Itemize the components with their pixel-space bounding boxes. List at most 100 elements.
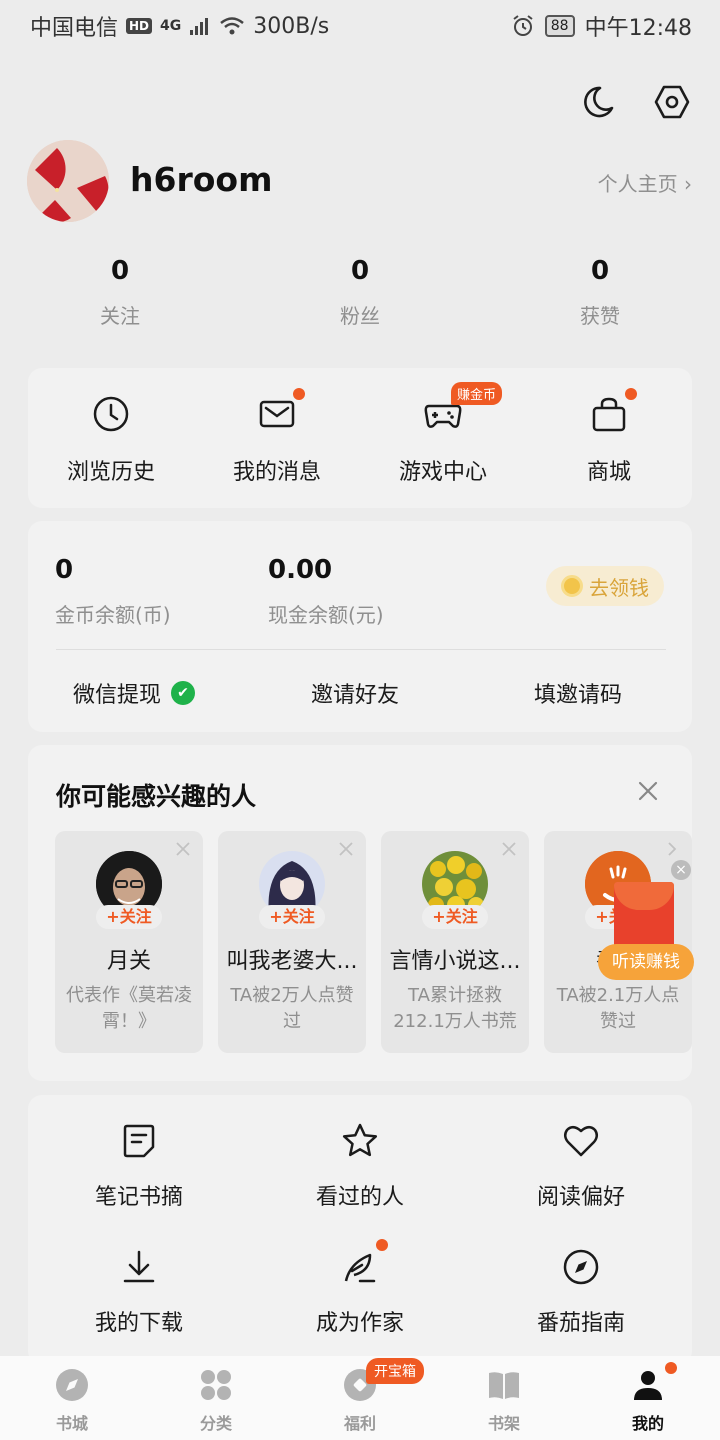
clock-icon bbox=[91, 394, 131, 434]
follow-button[interactable]: +关注 bbox=[96, 905, 162, 929]
tool-viewers[interactable]: 看过的人 bbox=[249, 1121, 471, 1211]
chevron-icon bbox=[668, 842, 677, 856]
person-name: 言情小说这... bbox=[389, 949, 521, 974]
close-icon[interactable] bbox=[634, 777, 662, 805]
quick-messages[interactable]: 我的消息 bbox=[194, 388, 360, 486]
quick-game-center[interactable]: 赚金币 游戏中心 bbox=[360, 382, 526, 486]
note-icon bbox=[119, 1121, 159, 1161]
stat-following[interactable]: 0 关注 bbox=[40, 256, 200, 329]
user-avatar[interactable] bbox=[27, 140, 109, 222]
stat-label: 粉丝 bbox=[340, 304, 380, 328]
quick-history[interactable]: 浏览历史 bbox=[28, 394, 194, 486]
quick-mall[interactable]: 商城 bbox=[526, 388, 692, 486]
recommend-title: 你可能感兴趣的人 bbox=[56, 782, 257, 811]
cash-balance-label: 现金余额(元) bbox=[268, 603, 384, 627]
quick-actions-card: 浏览历史 我的消息 赚金币 游戏中心 商城 bbox=[28, 368, 692, 508]
cash-balance[interactable]: 0.00 现金余额(元) bbox=[268, 555, 384, 628]
close-icon[interactable]: × bbox=[671, 860, 691, 880]
follow-button[interactable]: +关注 bbox=[422, 905, 488, 929]
tool-become-writer[interactable]: 成为作家 bbox=[249, 1239, 471, 1337]
profile-link-label: 个人主页 bbox=[597, 172, 678, 196]
stat-likes[interactable]: 0 获赞 bbox=[520, 256, 680, 329]
hd-badge: HD bbox=[126, 18, 153, 34]
listen-earn-float[interactable]: × 听读赚钱 bbox=[598, 858, 696, 982]
person-name: 月关 bbox=[106, 949, 151, 974]
battery-indicator: 88 bbox=[544, 15, 575, 37]
enter-invite-code-button[interactable]: 填邀请码 bbox=[534, 677, 622, 709]
person-card[interactable]: +关注 月关 代表作《莫若凌霄！》 bbox=[55, 831, 203, 1053]
fan-avatar-image bbox=[27, 140, 109, 222]
unread-dot bbox=[665, 1362, 677, 1374]
nav-bookshelf[interactable]: 书架 bbox=[432, 1368, 576, 1434]
tool-label: 成为作家 bbox=[315, 1311, 404, 1336]
coin-balance-value: 0 bbox=[55, 555, 74, 585]
bottom-nav: 书城 分类 福利 书架 我的 bbox=[0, 1356, 720, 1440]
wifi-icon bbox=[220, 17, 245, 35]
night-mode-button[interactable] bbox=[578, 82, 618, 122]
wallet-divider bbox=[56, 649, 666, 650]
star-icon bbox=[340, 1121, 380, 1161]
tool-notes[interactable]: 笔记书摘 bbox=[28, 1121, 250, 1211]
quick-label: 商城 bbox=[586, 460, 631, 485]
tool-guide[interactable]: 番茄指南 bbox=[470, 1247, 692, 1337]
clock-time: 中午12:48 bbox=[584, 16, 692, 41]
stat-value: 0 bbox=[350, 256, 370, 286]
cash-balance-value: 0.00 bbox=[268, 555, 333, 585]
download-icon bbox=[119, 1247, 159, 1287]
collect-money-button[interactable]: 去领钱 bbox=[546, 566, 664, 606]
treasure-box-tag: 开宝箱 bbox=[366, 1358, 424, 1384]
stat-value: 0 bbox=[110, 256, 130, 286]
shopping-bag-icon bbox=[589, 388, 637, 434]
nav-bookstore[interactable]: 书城 bbox=[0, 1368, 144, 1434]
wechat-withdraw-button[interactable]: 微信提现 ✔ bbox=[73, 677, 196, 709]
settings-icon bbox=[654, 85, 690, 119]
signal-bars-icon bbox=[190, 18, 209, 35]
tool-downloads[interactable]: 我的下载 bbox=[28, 1247, 250, 1337]
person-desc: TA累计拯救212.1万人书荒 bbox=[393, 985, 517, 1032]
nav-label: 书城 bbox=[55, 1414, 88, 1433]
profile-link[interactable]: 个人主页 › bbox=[598, 168, 692, 197]
tool-label: 我的下载 bbox=[94, 1311, 183, 1336]
coin-balance[interactable]: 0 金币余额(币) bbox=[55, 555, 171, 628]
close-icon[interactable] bbox=[501, 841, 517, 857]
person-name: 叫我老婆大... bbox=[226, 949, 358, 974]
follow-button[interactable]: +关注 bbox=[259, 905, 325, 929]
username[interactable]: h6room bbox=[130, 160, 272, 199]
signal-icon: 4G bbox=[160, 18, 182, 34]
quill-icon bbox=[340, 1239, 388, 1287]
stat-followers[interactable]: 0 粉丝 bbox=[280, 256, 440, 329]
compass-icon bbox=[55, 1368, 89, 1402]
nav-label: 我的 bbox=[631, 1414, 664, 1433]
tool-label: 看过的人 bbox=[315, 1185, 404, 1210]
unread-dot bbox=[625, 388, 637, 400]
earn-coins-tag: 赚金币 bbox=[451, 382, 503, 405]
alarm-icon bbox=[513, 15, 533, 36]
recommend-card: 你可能感兴趣的人 +关注 月关 代表作《莫若凌霄！》 +关注 叫我老婆大... … bbox=[28, 745, 692, 1081]
tool-reading-preference[interactable]: 阅读偏好 bbox=[470, 1121, 692, 1211]
person-card[interactable]: +关注 言情小说这... TA累计拯救212.1万人书荒 bbox=[381, 831, 529, 1053]
quick-label: 浏览历史 bbox=[66, 460, 155, 485]
nav-category[interactable]: 分类 bbox=[144, 1368, 288, 1434]
close-icon[interactable] bbox=[338, 841, 354, 857]
compass-icon bbox=[561, 1247, 601, 1287]
person-card[interactable]: +关注 叫我老婆大... TA被2万人点赞过 bbox=[218, 831, 366, 1053]
close-icon[interactable] bbox=[175, 841, 191, 857]
wallet-card: 0 金币余额(币) 0.00 现金余额(元) 去领钱 微信提现 ✔ 邀请好友 填… bbox=[28, 521, 692, 732]
status-left: 中国电信 HD 4G 300B/s bbox=[30, 10, 329, 42]
grid-icon bbox=[199, 1368, 233, 1402]
coin-balance-label: 金币余额(币) bbox=[55, 603, 171, 627]
invite-friends-button[interactable]: 邀请好友 bbox=[311, 677, 399, 709]
wechat-withdraw-label: 微信提现 bbox=[73, 683, 162, 708]
settings-button[interactable] bbox=[652, 82, 692, 122]
person-icon bbox=[631, 1362, 677, 1402]
wechat-icon: ✔ bbox=[171, 681, 196, 705]
carrier-label: 中国电信 bbox=[30, 16, 119, 41]
person-desc: TA被2.1万人点赞过 bbox=[556, 985, 680, 1032]
nav-mine[interactable]: 我的 bbox=[576, 1362, 720, 1434]
status-right: 88 中午12:48 bbox=[511, 10, 692, 42]
invite-friends-label: 邀请好友 bbox=[311, 683, 400, 708]
person-desc: 代表作《莫若凌霄！》 bbox=[66, 985, 192, 1032]
gamepad-icon: 赚金币 bbox=[423, 382, 503, 434]
tool-label: 笔记书摘 bbox=[94, 1185, 183, 1210]
nav-label: 福利 bbox=[343, 1414, 376, 1433]
